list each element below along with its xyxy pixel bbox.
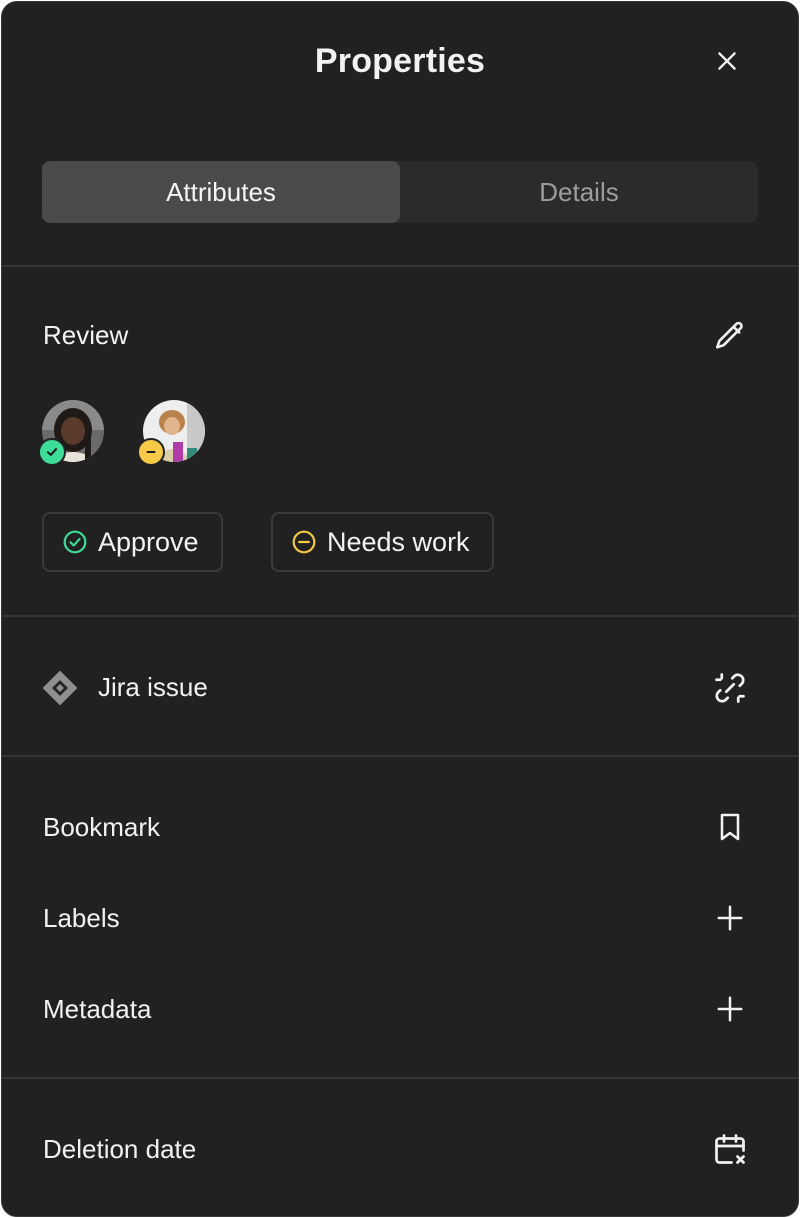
unlink-jira-button[interactable]: [710, 668, 750, 708]
jira-logo-icon: [41, 669, 79, 712]
tab-attributes[interactable]: Attributes: [42, 161, 400, 223]
add-metadata-button[interactable]: [710, 989, 750, 1029]
divider: [2, 1077, 798, 1079]
edit-review-button[interactable]: [710, 316, 750, 356]
metadata-label: Metadata: [43, 994, 152, 1024]
divider: [2, 615, 798, 617]
deletion-date-label: Deletion date: [43, 1134, 197, 1164]
close-icon: [718, 52, 736, 70]
set-deletion-date-button[interactable]: [710, 1129, 750, 1169]
close-button[interactable]: [706, 40, 748, 82]
tab-bar: Attributes Details: [42, 161, 758, 223]
tab-details[interactable]: Details: [400, 161, 758, 223]
divider: [2, 755, 798, 757]
minus-circle-icon: [292, 530, 316, 554]
approve-label: Approve: [98, 526, 199, 557]
add-label-button[interactable]: [710, 898, 750, 938]
properties-panel: Properties Attributes Details Review App…: [1, 1, 799, 1217]
labels-label: Labels: [43, 903, 120, 933]
jira-issue-label[interactable]: Jira issue: [98, 670, 208, 704]
needs-work-status-badge: [137, 438, 165, 466]
bookmark-label: Bookmark: [43, 812, 161, 842]
needs-work-label: Needs work: [327, 526, 470, 557]
approved-status-badge: [38, 438, 66, 466]
minus-icon: [146, 450, 156, 454]
divider: [2, 265, 798, 267]
review-label: Review: [43, 320, 129, 350]
check-circle-icon: [63, 530, 87, 554]
bookmark-button[interactable]: [710, 807, 750, 847]
unlink-icon: [715, 673, 745, 703]
approve-button[interactable]: Approve: [42, 512, 223, 572]
plus-icon: [717, 905, 743, 931]
calendar-x-icon: [715, 1134, 745, 1164]
needs-work-button[interactable]: Needs work: [271, 512, 494, 572]
pencil-icon: [715, 321, 743, 349]
check-icon: [46, 448, 58, 456]
bookmark-icon: [720, 813, 740, 841]
plus-icon: [717, 996, 743, 1022]
panel-title: Properties: [314, 42, 486, 80]
